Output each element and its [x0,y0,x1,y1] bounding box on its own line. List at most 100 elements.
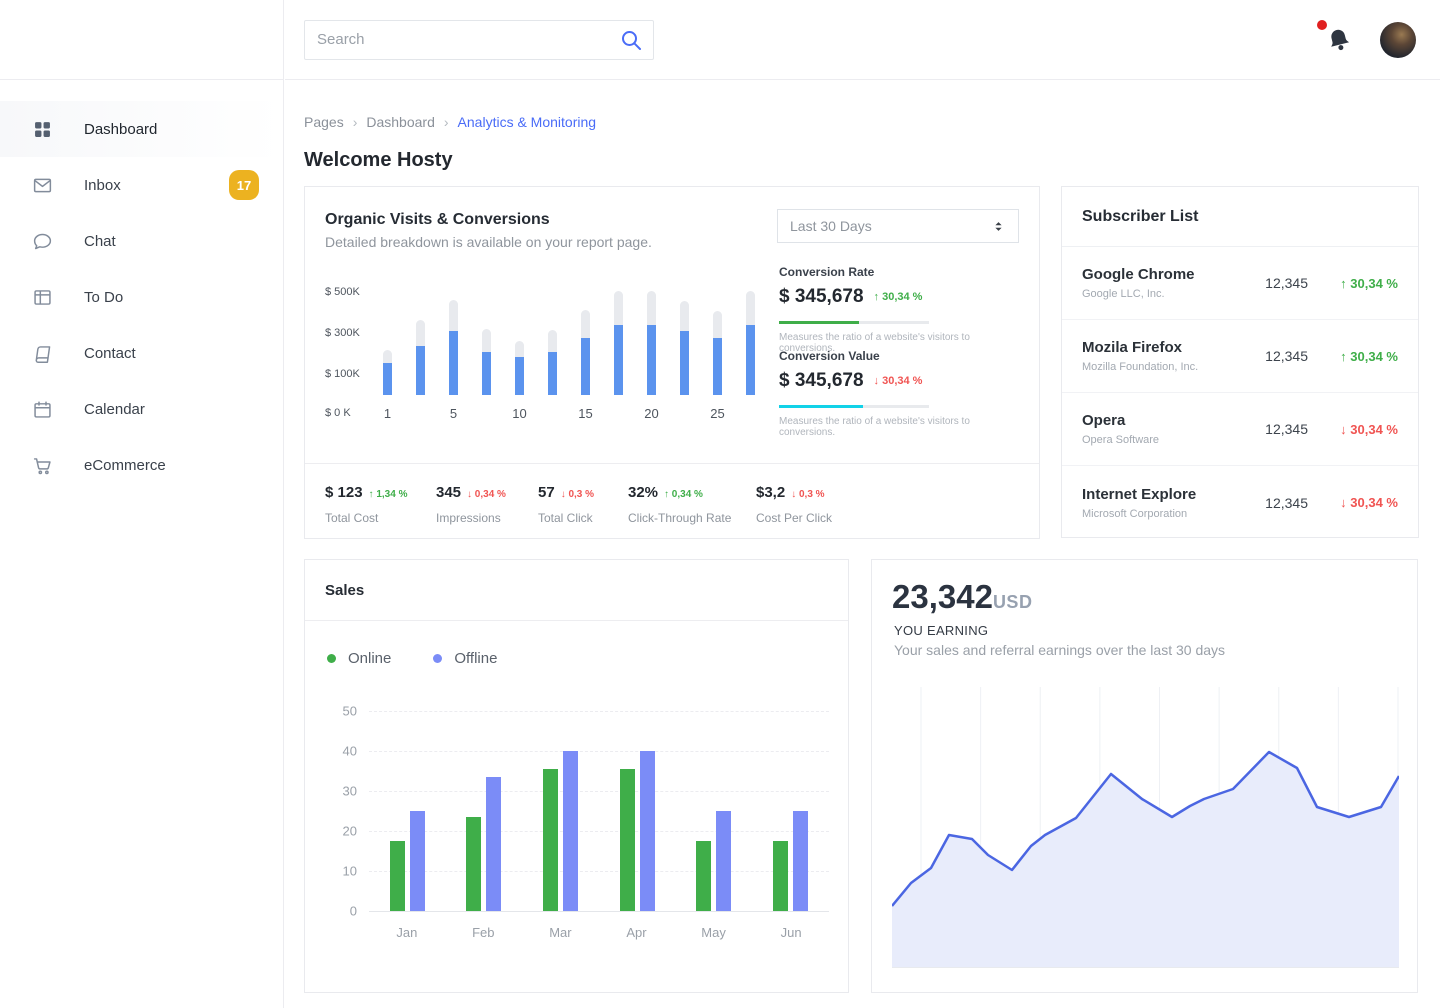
organic-card-subtitle: Detailed breakdown is available on your … [325,234,652,250]
sales-y-tick: 40 [325,744,357,759]
sales-bar-offline [793,811,808,911]
earnings-amount: 23,342 [892,578,993,615]
date-range-select[interactable]: Last 30 Days [777,209,1019,243]
organic-x-tick: 1 [371,406,404,421]
stat-item: $3,2↓ 0,3 % Cost Per Click [756,484,832,538]
sales-bar-offline [716,811,731,911]
sidebar-item-inbox[interactable]: Inbox17 [0,157,283,213]
organic-bar-fill [647,325,656,395]
organic-visits-card: Organic Visits & Conversions Detailed br… [304,186,1040,539]
conversion-value-progress [779,405,929,408]
subscriber-rows: Google ChromeGoogle LLC, Inc.12,345↑ 30,… [1062,247,1418,539]
subscriber-change: ↓ 30,34 % [1324,495,1398,510]
stat-item: 32%↑ 0,34 %Click-Through Rate [628,484,756,538]
subscriber-list-card: Subscriber List Google ChromeGoogle LLC,… [1061,186,1419,538]
organic-bar [746,291,755,395]
organic-x-tick [602,406,635,421]
subscriber-company: Google LLC, Inc. [1082,288,1265,300]
organic-bar-cell [437,300,470,395]
subscriber-company: Mozilla Foundation, Inc. [1082,361,1265,373]
stat-value: 345↓ 0,34 % [436,484,538,501]
sales-y-tick: 20 [325,824,357,839]
organic-bar [515,341,524,395]
subscriber-row[interactable]: OperaOpera Software12,345↓ 30,34 % [1062,393,1418,466]
sales-bar-online [620,769,635,911]
sidebar-item-chat[interactable]: Chat [0,213,283,269]
organic-x-tick: 10 [503,406,536,421]
breadcrumb-analytics[interactable]: Analytics & Monitoring [458,114,597,130]
organic-bar-cell [503,341,536,395]
sales-group-mar [543,751,578,911]
breadcrumb-dashboard[interactable]: Dashboard [366,114,435,130]
subscriber-row[interactable]: Internet ExploreMicrosoft Corporation12,… [1062,466,1418,539]
avatar[interactable] [1380,22,1416,58]
subscriber-name: Opera [1082,412,1265,429]
legend-item-offline[interactable]: Offline [433,650,497,667]
search-icon[interactable] [619,28,643,52]
subscriber-name: Google Chrome [1082,266,1265,283]
organic-bar-cell [470,329,503,395]
sidebar-item-label: Chat [84,233,116,250]
organic-x-tick [470,406,503,421]
stat-change: ↑ 1,34 % [369,489,408,500]
stat-value: $ 123↑ 1,34 % [325,484,436,501]
conversion-value-label: Conversion Value [779,349,1021,363]
earnings-heading: YOU EARNING [894,623,988,638]
main-content: Pages › Dashboard › Analytics & Monitori… [285,80,1440,1008]
organic-y-tick-zero: $ 0 K [325,407,351,419]
stat-change: ↓ 0,34 % [467,489,506,500]
organic-bar [614,291,623,395]
page-title: Welcome Hosty [304,149,453,172]
notification-bell-icon[interactable] [1326,27,1352,53]
organic-bar-fill [383,363,392,395]
organic-card-title: Organic Visits & Conversions [325,211,550,229]
sidebar-item-label: Inbox [84,177,121,194]
sales-bar-online [466,817,481,911]
stat-value: $3,2↓ 0,3 % [756,484,832,501]
sidebar-item-to-do[interactable]: To Do [0,269,283,325]
organic-x-tick: 5 [437,406,470,421]
sales-legend: Online Offline [327,650,497,667]
conversion-value-value: $ 345,678 [779,370,864,392]
stat-change: ↓ 0,3 % [791,489,824,500]
sidebar-item-ecommerce[interactable]: eCommerce [0,437,283,493]
sales-group-apr [620,751,655,911]
organic-bar-cell [404,320,437,395]
earnings-area-chart [892,687,1399,968]
legend-item-online[interactable]: Online [327,650,391,667]
breadcrumb-pages[interactable]: Pages [304,114,344,130]
stat-label: Impressions [436,511,538,525]
conversion-value-caption: Measures the ratio of a website's visito… [779,416,1021,438]
stat-label: Cost Per Click [756,511,832,525]
organic-bar-fill [680,331,689,395]
sales-plot [369,711,829,911]
sales-card: Sales OnlineOffline 50403020100JanFebMar… [304,559,849,993]
sidebar: DashboardInbox17 Chat To DoContactCalendar… [0,0,284,1008]
organic-x-tick [404,406,437,421]
subscriber-row[interactable]: Google ChromeGoogle LLC, Inc.12,345↑ 30,… [1062,247,1418,320]
organic-bar [581,310,590,395]
organic-bar [416,320,425,395]
subscriber-row[interactable]: Mozila FirefoxMozilla Foundation, Inc.12… [1062,320,1418,393]
cart-icon [32,455,53,476]
stat-label: Total Click [538,511,628,525]
sidebar-item-label: eCommerce [84,457,166,474]
sales-group-may [696,811,731,911]
sidebar-item-dashboard[interactable]: Dashboard [0,101,283,157]
organic-bar-fill [746,325,755,395]
mail-icon [32,175,53,196]
organic-bar [680,301,689,395]
sidebar-item-calendar[interactable]: Calendar [0,381,283,437]
sales-groups [369,711,829,911]
subscriber-info: Mozila FirefoxMozilla Foundation, Inc. [1082,339,1265,373]
topbar-actions [1326,22,1416,58]
sales-bar-offline [640,751,655,911]
search-input[interactable] [305,31,619,48]
organic-bar-cell [701,311,734,395]
organic-bar-fill [614,325,623,395]
sidebar-item-contact[interactable]: Contact [0,325,283,381]
sales-group-feb [466,777,501,911]
breadcrumb: Pages › Dashboard › Analytics & Monitori… [304,114,596,130]
sales-bar-offline [410,811,425,911]
subscriber-change: ↑ 30,34 % [1324,276,1398,291]
